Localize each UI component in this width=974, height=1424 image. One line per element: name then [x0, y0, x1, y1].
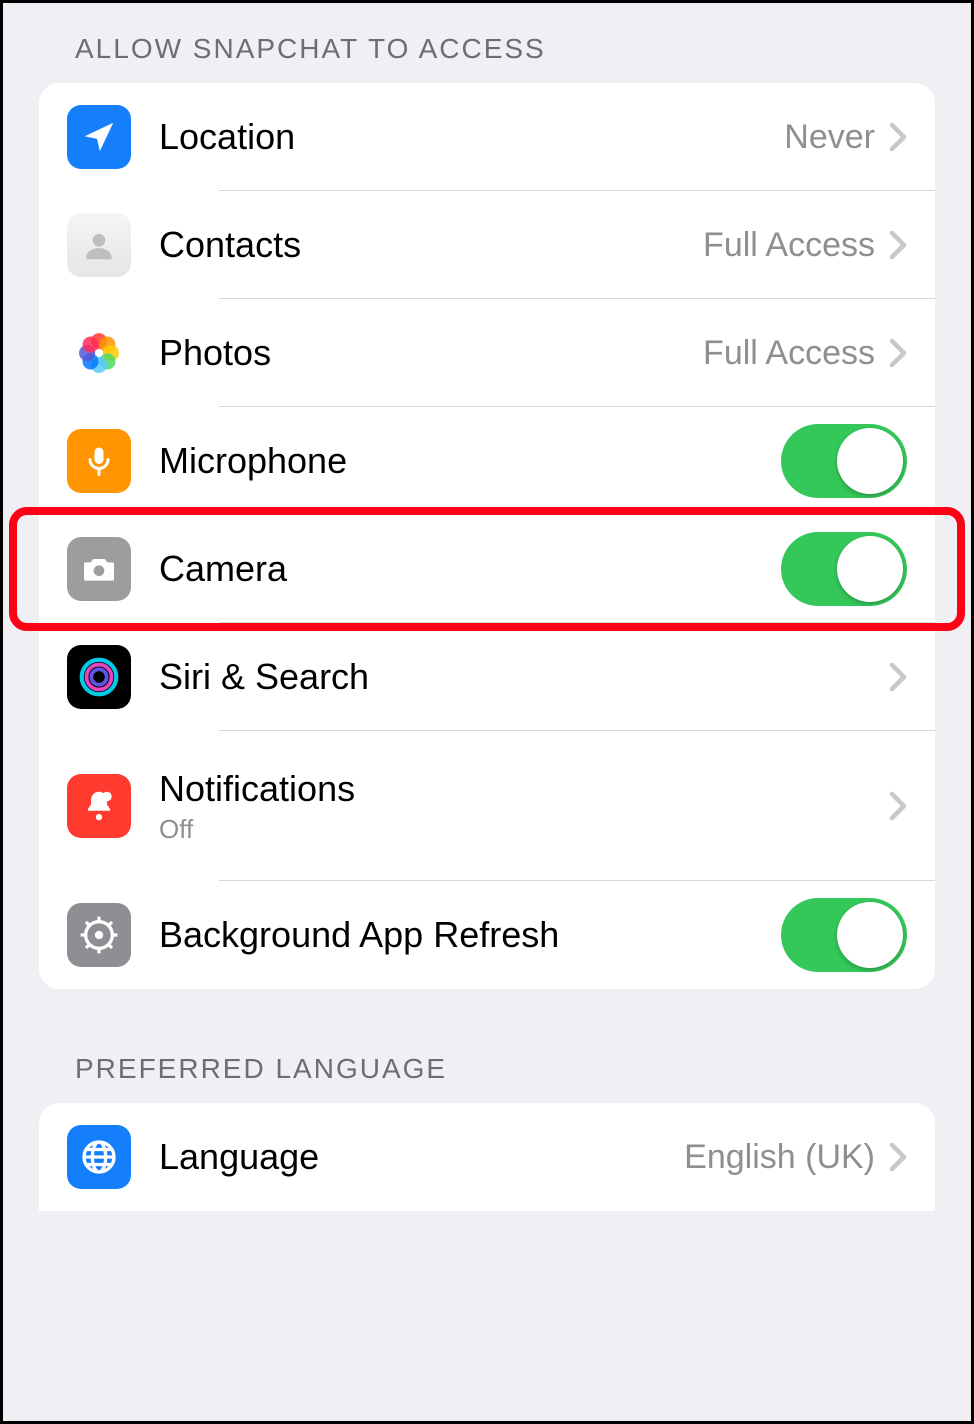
chevron-right-icon [889, 662, 907, 692]
bgrefresh-icon [67, 903, 131, 967]
chevron-right-icon [889, 791, 907, 821]
location-label: Location [159, 116, 784, 158]
siri-label: Siri & Search [159, 656, 889, 698]
camera-toggle[interactable] [781, 532, 907, 606]
contacts-label: Contacts [159, 224, 703, 266]
camera-icon [67, 537, 131, 601]
notifications-sub: Off [159, 814, 889, 845]
row-microphone[interactable]: Microphone [39, 407, 935, 515]
row-siri[interactable]: Siri & Search [39, 623, 935, 731]
notifications-label: Notifications [159, 768, 889, 810]
chevron-right-icon [889, 230, 907, 260]
notifications-icon [67, 774, 131, 838]
bgrefresh-label: Background App Refresh [159, 914, 781, 956]
row-notifications[interactable]: Notifications Off [39, 731, 935, 881]
language-icon [67, 1125, 131, 1189]
bgrefresh-toggle[interactable] [781, 898, 907, 972]
section-header-language: PREFERRED LANGUAGE [3, 989, 971, 1103]
microphone-toggle[interactable] [781, 424, 907, 498]
photos-label: Photos [159, 332, 703, 374]
chevron-right-icon [889, 1142, 907, 1172]
access-group: Location Never Contacts Full Access [39, 83, 935, 989]
photos-icon [67, 321, 131, 385]
microphone-icon [67, 429, 131, 493]
contacts-value: Full Access [703, 226, 875, 265]
language-group: Language English (UK) [39, 1103, 935, 1211]
language-value: English (UK) [684, 1138, 875, 1177]
chevron-right-icon [889, 122, 907, 152]
camera-label: Camera [159, 548, 781, 590]
contacts-icon [67, 213, 131, 277]
row-photos[interactable]: Photos Full Access [39, 299, 935, 407]
row-bgrefresh[interactable]: Background App Refresh [39, 881, 935, 989]
photos-value: Full Access [703, 334, 875, 373]
chevron-right-icon [889, 338, 907, 368]
row-location[interactable]: Location Never [39, 83, 935, 191]
location-value: Never [784, 118, 875, 157]
row-contacts[interactable]: Contacts Full Access [39, 191, 935, 299]
microphone-label: Microphone [159, 440, 781, 482]
section-header-access: ALLOW SNAPCHAT TO ACCESS [3, 3, 971, 83]
siri-icon [67, 645, 131, 709]
row-language[interactable]: Language English (UK) [39, 1103, 935, 1211]
location-icon [67, 105, 131, 169]
row-camera[interactable]: Camera [39, 515, 935, 623]
language-label: Language [159, 1136, 684, 1178]
